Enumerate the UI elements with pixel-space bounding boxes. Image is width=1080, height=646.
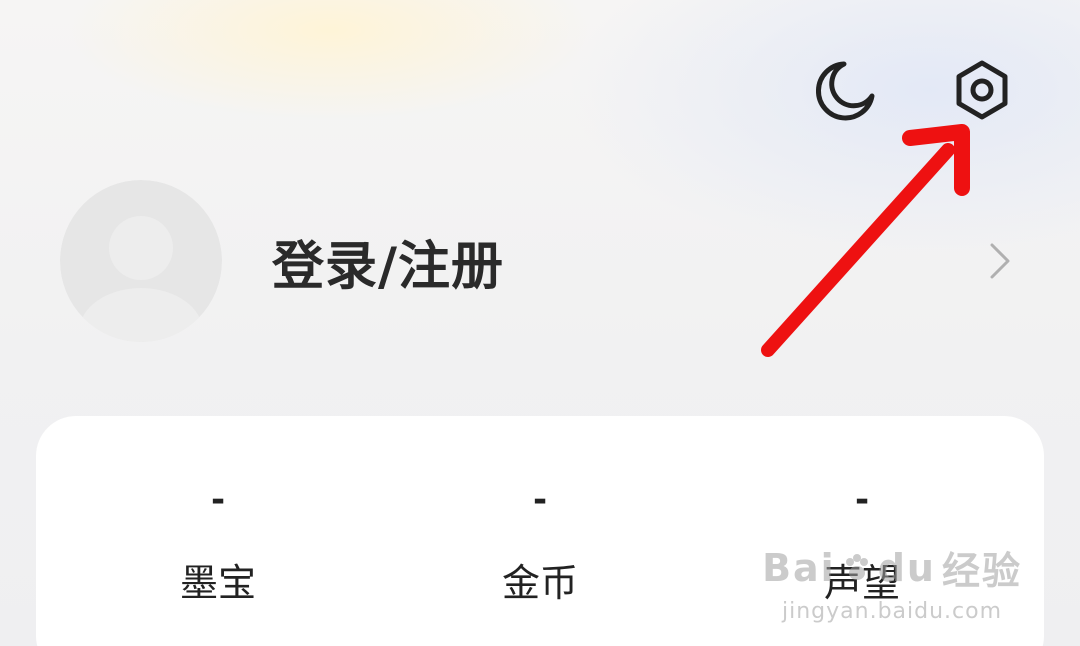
avatar[interactable] (60, 180, 222, 342)
watermark-bai: Bai (762, 545, 836, 590)
watermark-brand: 经验 (941, 549, 1022, 593)
watermark-du: du (877, 545, 936, 590)
stat-value: - (210, 480, 226, 520)
stat-mobao[interactable]: - 墨宝 (168, 416, 268, 646)
stat-value: - (854, 480, 870, 520)
stat-gold-coins[interactable]: - 金币 (490, 416, 590, 646)
login-register-label[interactable]: 登录/注册 (272, 224, 504, 299)
chevron-right-icon (980, 241, 1020, 281)
baidu-jingyan-watermark: Bai du 经验 jingyan.baidu.com (762, 540, 1022, 625)
login-entry[interactable]: 登录/注册 (60, 180, 1020, 342)
watermark-logo: Bai du 经验 (762, 540, 1022, 595)
stat-label: 金币 (501, 561, 578, 605)
moon-icon (816, 61, 875, 121)
top-toolbar (814, 58, 1014, 122)
stat-label: 墨宝 (179, 561, 256, 605)
watermark-url: jingyan.baidu.com (782, 599, 1003, 624)
stat-value: - (532, 480, 548, 520)
default-avatar-icon (60, 180, 222, 342)
paw-icon (845, 553, 868, 580)
gear-icon (956, 60, 1008, 120)
night-mode-button[interactable] (814, 58, 878, 122)
settings-button[interactable] (950, 58, 1014, 122)
